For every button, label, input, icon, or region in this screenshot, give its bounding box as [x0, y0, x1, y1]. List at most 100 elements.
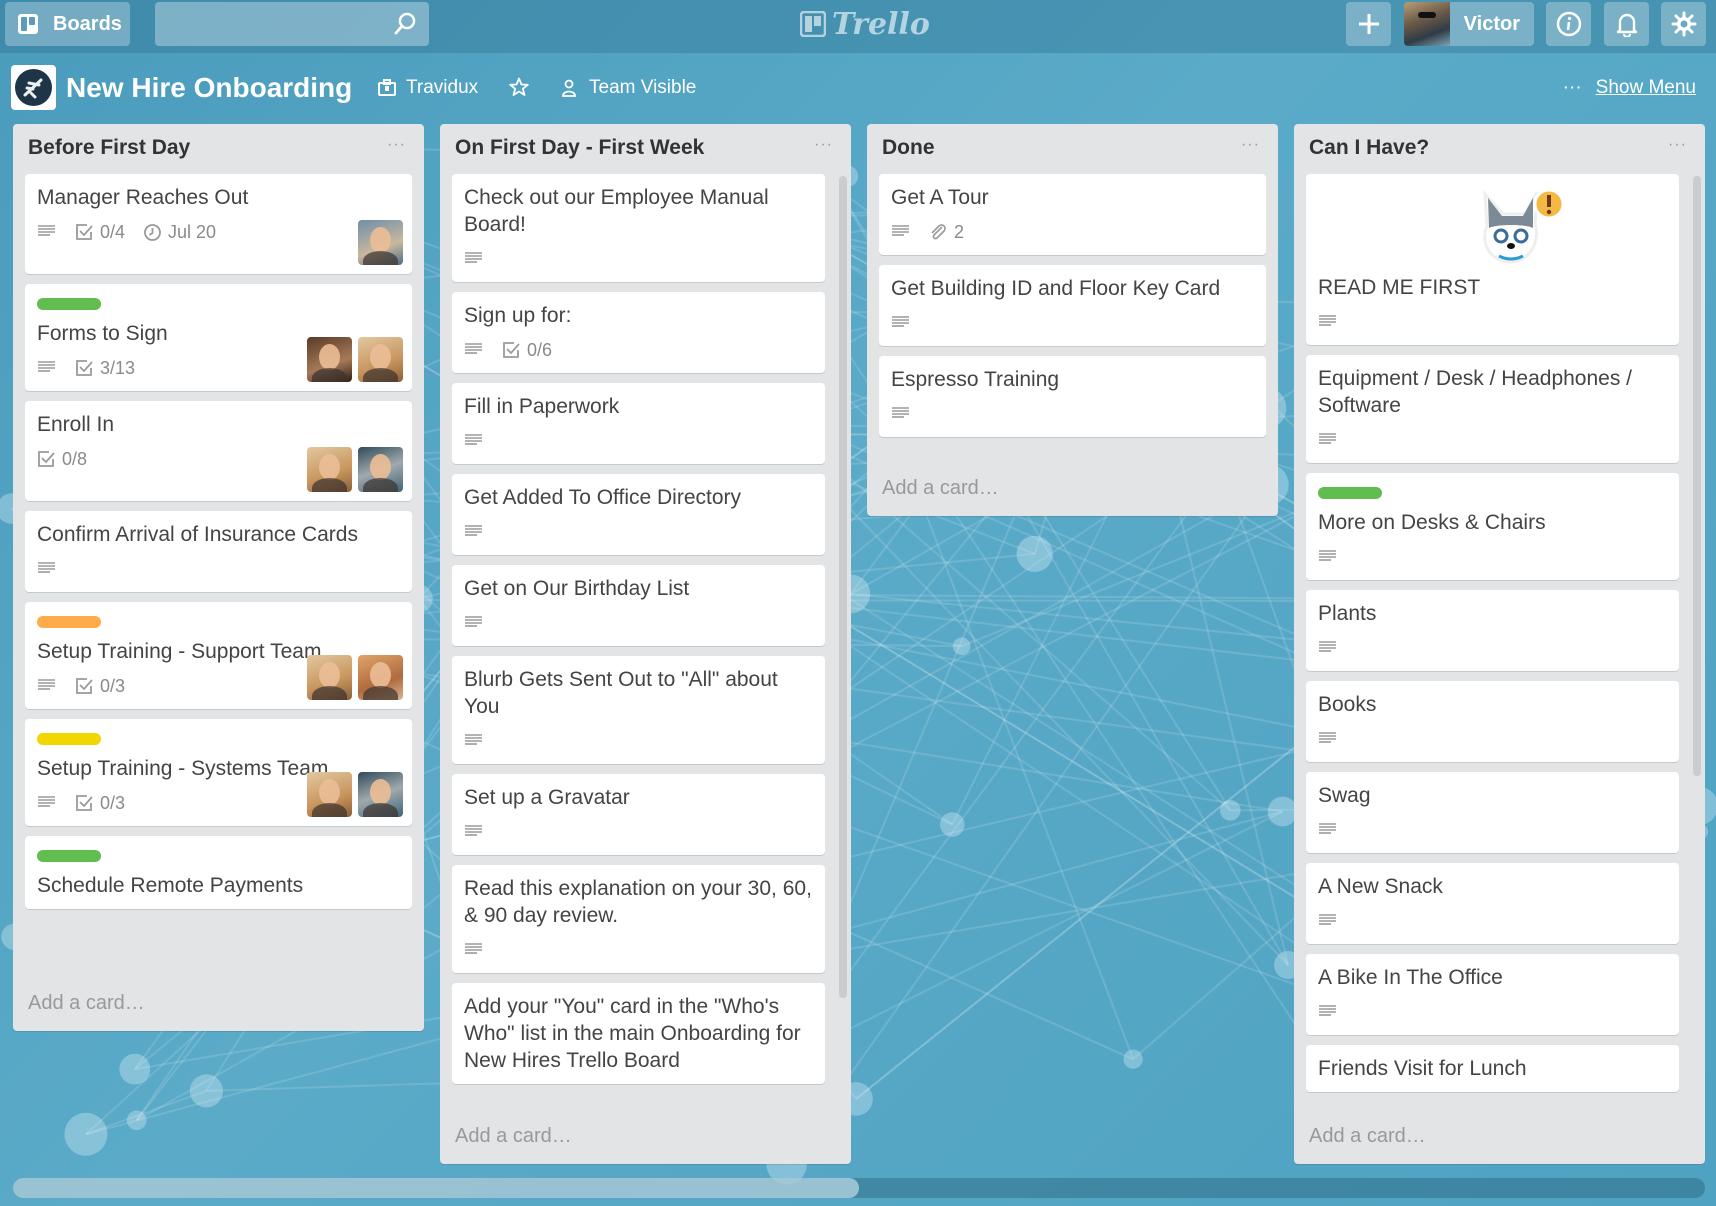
card[interactable]: Add your "You" card in the "Who's Who" l… — [452, 983, 825, 1084]
card[interactable]: READ ME FIRST — [1306, 174, 1679, 345]
card[interactable]: Read this explanation on your 30, 60, & … — [452, 865, 825, 973]
card[interactable]: Get A Tour 2 — [879, 174, 1266, 255]
card-members — [307, 447, 403, 492]
user-avatar — [1404, 2, 1450, 46]
card-badges — [1318, 544, 1667, 570]
horizontal-scrollbar[interactable] — [13, 1178, 1705, 1198]
member-avatar[interactable] — [307, 655, 352, 700]
info-button[interactable] — [1546, 2, 1591, 46]
card[interactable]: Swag — [1306, 772, 1679, 853]
star-button[interactable] — [509, 77, 529, 97]
member-avatar[interactable] — [358, 655, 403, 700]
member-avatar[interactable] — [307, 447, 352, 492]
card[interactable]: Fill in Paperwork — [452, 383, 825, 464]
card[interactable]: Blurb Gets Sent Out to "All" about You — [452, 656, 825, 764]
clock-icon — [144, 223, 161, 241]
card[interactable]: Check out our Employee Manual Board! — [452, 174, 825, 282]
list-title[interactable]: Before First Day — [28, 136, 409, 160]
network-node — [940, 812, 965, 837]
bell-icon — [1616, 13, 1637, 37]
trello-logo[interactable]: Trello — [800, 6, 930, 42]
horizontal-scrollbar-thumb[interactable] — [13, 1178, 859, 1198]
attachment-icon — [931, 223, 946, 239]
card[interactable]: A Bike In The Office — [1306, 954, 1679, 1035]
user-menu-button[interactable]: Victor — [1404, 2, 1534, 46]
network-node — [189, 1074, 223, 1108]
description-icon — [38, 679, 55, 690]
card[interactable]: Schedule Remote Payments — [25, 836, 412, 909]
card[interactable]: Enroll In 0/8 — [25, 401, 412, 501]
card-badges — [464, 519, 813, 545]
card[interactable]: Confirm Arrival of Insurance Cards — [25, 511, 412, 592]
checklist-icon — [76, 359, 93, 376]
description-icon — [1319, 315, 1336, 326]
card[interactable]: Setup Training - Systems Team 0/3 — [25, 719, 412, 826]
member-avatar[interactable] — [307, 337, 352, 382]
card[interactable]: Forms to Sign 3/13 — [25, 284, 412, 391]
list-title[interactable]: Can I Have? — [1309, 136, 1690, 160]
add-card-button[interactable]: Add a card… — [1294, 1112, 1705, 1164]
settings-button[interactable] — [1661, 2, 1706, 46]
plus-icon — [1358, 14, 1379, 34]
card-badges — [1318, 427, 1667, 453]
organization-button[interactable]: Travidux — [378, 77, 478, 99]
board-title[interactable]: New Hire Onboarding — [66, 72, 352, 104]
card-label-orange — [37, 616, 101, 628]
list-menu-button[interactable]: ··· — [1241, 136, 1260, 154]
show-menu-link[interactable]: Show Menu — [1596, 77, 1696, 99]
card[interactable]: More on Desks & Chairs — [1306, 473, 1679, 580]
card[interactable]: A New Snack — [1306, 863, 1679, 944]
description-icon — [465, 525, 482, 536]
card[interactable]: Get on Our Birthday List — [452, 565, 825, 646]
search-input[interactable] — [155, 2, 429, 46]
organization-name: Travidux — [406, 77, 479, 98]
checklist-icon — [76, 794, 93, 811]
member-avatar[interactable] — [358, 772, 403, 817]
card[interactable]: Friends Visit for Lunch — [1306, 1045, 1679, 1092]
checklist-icon — [503, 341, 520, 358]
description-icon — [1319, 914, 1336, 925]
card-badges — [464, 819, 813, 845]
top-header: Boards Trello Victor — [0, 0, 1716, 53]
board-header: New Hire Onboarding Travidux Team Visibl… — [0, 60, 1716, 116]
card[interactable]: Manager Reaches Out 0/4 Jul 20 — [25, 174, 412, 274]
list-title[interactable]: On First Day - First Week — [455, 136, 836, 160]
card[interactable]: Sign up for: 0/6 — [452, 292, 825, 373]
list-menu-button[interactable]: ··· — [814, 136, 833, 154]
card[interactable]: Plants — [1306, 590, 1679, 671]
card[interactable]: Books — [1306, 681, 1679, 762]
notifications-button[interactable] — [1604, 2, 1649, 46]
member-avatar[interactable] — [358, 447, 403, 492]
boards-button[interactable]: Boards — [5, 2, 130, 46]
card[interactable]: Equipment / Desk / Headphones / Software — [1306, 355, 1679, 463]
card[interactable]: Get Building ID and Floor Key Card — [879, 265, 1266, 346]
card[interactable]: Espresso Training — [879, 356, 1266, 437]
add-card-button[interactable]: Add a card… — [440, 1112, 851, 1164]
list-scrollbar[interactable] — [839, 176, 847, 998]
list-scrollbar[interactable] — [1693, 176, 1701, 776]
member-avatar[interactable] — [358, 337, 403, 382]
description-icon — [38, 361, 55, 372]
add-card-button[interactable]: Add a card… — [13, 979, 424, 1031]
network-node — [119, 1053, 151, 1085]
list-menu-button[interactable]: ··· — [1668, 136, 1687, 154]
add-card-button[interactable]: Add a card… — [867, 464, 1278, 516]
list-title[interactable]: Done — [882, 136, 1263, 160]
member-avatar[interactable] — [307, 772, 352, 817]
card-title: Equipment / Desk / Headphones / Software — [1318, 367, 1633, 417]
board-logo[interactable] — [11, 65, 56, 110]
card[interactable]: Set up a Gravatar — [452, 774, 825, 855]
show-menu[interactable]: ··· Show Menu — [1563, 77, 1696, 99]
card[interactable]: Setup Training - Support Team 0/3 — [25, 602, 412, 709]
network-node — [952, 637, 971, 656]
card[interactable]: Get Added To Office Directory — [452, 474, 825, 555]
card-title: Plants — [1318, 602, 1377, 625]
attachments-count: 2 — [954, 221, 965, 242]
member-avatar[interactable] — [358, 220, 403, 265]
add-button[interactable] — [1346, 2, 1391, 46]
card-badges — [1318, 635, 1667, 661]
user-name: Victor — [1463, 12, 1520, 35]
card-title: Get on Our Birthday List — [464, 577, 690, 600]
list-menu-button[interactable]: ··· — [387, 136, 406, 154]
visibility-button[interactable]: Team Visible — [561, 77, 696, 99]
